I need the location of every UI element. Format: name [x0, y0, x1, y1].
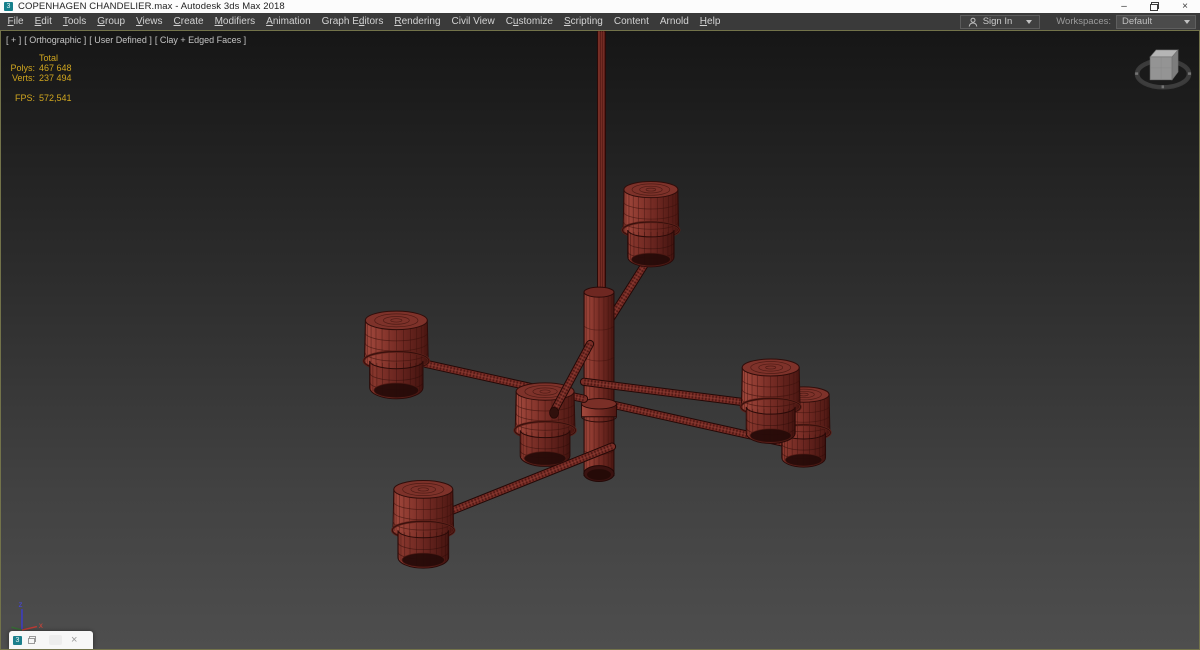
stats-row-label: Polys: — [10, 63, 35, 73]
menu-rendering[interactable]: Rendering — [389, 13, 446, 30]
chandelier-shade[interactable] — [391, 480, 456, 569]
stats-row-value: 467 648 — [39, 63, 72, 73]
menu-file[interactable]: File — [2, 13, 29, 30]
menu-animation[interactable]: Animation — [261, 13, 316, 30]
3dsmax-app-icon: 3 — [13, 635, 22, 645]
x-axis-label: x — [39, 621, 43, 630]
menu-bar: File Edit Tools Group Views Create Modifiers An… — [0, 13, 1200, 30]
menu-items: File Edit Tools Group Views Create Modifiers An… — [2, 13, 726, 30]
fps-label: FPS: — [14, 93, 35, 103]
3dsmax-app-icon[interactable]: 3 — [4, 2, 13, 11]
stats-row-label: Verts: — [11, 73, 35, 83]
menu-views[interactable]: Views — [131, 13, 169, 30]
viewcube[interactable] — [1134, 49, 1192, 90]
menu-group[interactable]: Group — [92, 13, 131, 30]
sign-in-label: Sign In — [982, 16, 1013, 27]
workspaces-label: Workspaces: — [1056, 16, 1111, 27]
world-axis-gizmo: z x — [11, 600, 43, 631]
menu-tools[interactable]: Tools — [57, 13, 91, 30]
minimize-button[interactable]: – — [1109, 0, 1139, 13]
z-axis-label: z — [18, 600, 22, 609]
viewport-general-menu[interactable]: [ + ] — [6, 35, 21, 45]
chandelier-shade[interactable] — [362, 310, 431, 400]
menu-scripting[interactable]: Scripting — [558, 13, 608, 30]
restore-button[interactable] — [1150, 2, 1159, 11]
restore-icon[interactable] — [28, 636, 36, 644]
menu-edit[interactable]: Edit — [29, 13, 57, 30]
user-icon — [968, 17, 977, 27]
viewport-camera-menu[interactable]: [ User Defined ] — [89, 35, 152, 45]
viewport-label: [ + ][ Orthographic ][ User Defined ][ C… — [6, 35, 249, 45]
chevron-down-icon — [1026, 19, 1033, 24]
chandelier-wireframe-model[interactable] — [362, 31, 832, 569]
stats-row-value: 237 494 — [39, 73, 72, 83]
chandelier-shade[interactable] — [621, 181, 681, 268]
chevron-down-icon — [1184, 19, 1190, 24]
viewport-shading-menu[interactable]: [ Clay + Edged Faces ] — [155, 35, 246, 45]
taskbar-thumbnail-window[interactable]: 3 × — [9, 631, 93, 649]
statistics-overlay: Total Polys: 467 648 Verts: 237 494 FPS: 572,5… — [9, 53, 72, 103]
menu-content[interactable]: Content — [608, 13, 654, 30]
close-icon[interactable]: × — [71, 631, 77, 649]
sign-in-button[interactable]: Sign In — [959, 14, 1041, 29]
menu-civil-view[interactable]: Civil View — [446, 13, 500, 30]
workspace-value: Default — [1122, 16, 1153, 27]
stats-column-header: Total — [39, 53, 59, 63]
chandelier-shade[interactable] — [739, 358, 802, 444]
viewport-pov-menu[interactable]: [ Orthographic ] — [24, 35, 86, 45]
menu-graph-editors[interactable]: Graph Editors — [316, 13, 389, 30]
window-title: COPENHAGEN CHANDELIER.max - Autodesk 3ds… — [18, 1, 285, 12]
close-button[interactable]: × — [1170, 0, 1200, 13]
compass-tick — [1161, 85, 1165, 89]
window-titlebar[interactable]: 3 COPENHAGEN CHANDELIER.max - Autodesk 3… — [0, 0, 1200, 13]
viewport[interactable]: z x [ + ][ Orthographic ][ User Defined … — [0, 30, 1200, 650]
compass-tick — [1188, 72, 1192, 75]
viewport-canvas[interactable]: z x — [1, 31, 1199, 649]
compass-tick — [1135, 72, 1139, 75]
chandelier-stem[interactable] — [597, 31, 606, 293]
menu-arnold[interactable]: Arnold — [654, 13, 694, 30]
stats-spacer — [9, 53, 35, 63]
menu-modifiers[interactable]: Modifiers — [209, 13, 261, 30]
workspace-dropdown[interactable]: Default — [1116, 14, 1196, 29]
menu-customize[interactable]: Customize — [500, 13, 558, 30]
inactive-button — [49, 635, 62, 645]
fps-value: 572,541 — [39, 93, 72, 103]
menu-help[interactable]: Help — [694, 13, 726, 30]
menu-create[interactable]: Create — [168, 13, 209, 30]
